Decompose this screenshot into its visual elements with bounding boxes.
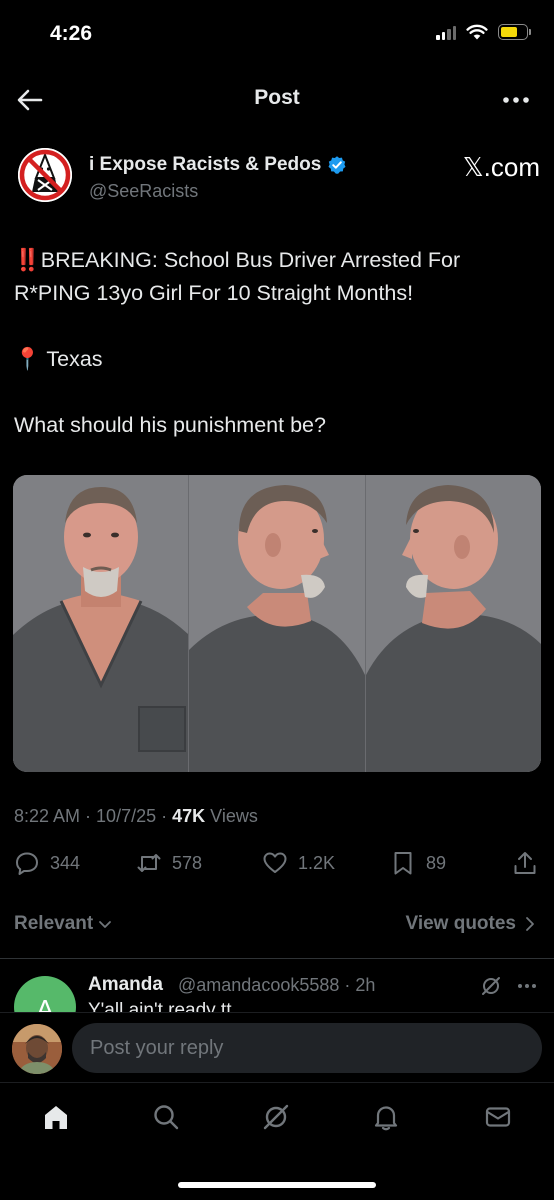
bottom-tab-bar <box>0 1082 554 1200</box>
mail-icon <box>485 1107 511 1127</box>
divider <box>0 958 554 959</box>
status-bar: 4:26 <box>0 0 554 70</box>
views-label: Views <box>210 806 258 826</box>
battery-icon <box>498 24 531 40</box>
repost-icon <box>137 854 161 872</box>
reply-handle-time: @amandacook5588 · 2h <box>178 975 376 995</box>
reply-input[interactable] <box>72 1023 542 1073</box>
post-headline-text: BREAKING: School Bus Driver Arrested For… <box>14 248 461 305</box>
page-title: Post <box>254 86 300 109</box>
repost-count: 578 <box>172 852 203 873</box>
author-name[interactable]: i Expose Racists & Pedos <box>89 154 347 176</box>
reply-author-name[interactable]: Amanda <box>88 974 163 996</box>
home-indicator <box>178 1182 376 1188</box>
chevron-right-icon <box>526 917 534 931</box>
status-time: 4:26 <box>50 22 93 45</box>
chevron-down-icon <box>99 921 112 928</box>
post-location-text: Texas <box>46 347 103 371</box>
more-options-icon[interactable] <box>500 88 532 112</box>
bookmark-button[interactable]: 89 <box>390 850 446 876</box>
author-handle[interactable]: @SeeRacists <box>89 181 198 202</box>
view-quotes-link[interactable]: View quotes <box>405 913 536 935</box>
reply-item[interactable]: A Amanda @amandacook5588 · 2h Y'all ain'… <box>0 960 554 1012</box>
grok-icon <box>263 1104 289 1130</box>
post-location: 📍 Texas <box>14 343 534 376</box>
post-headline: ‼️BREAKING: School Bus Driver Arrested F… <box>14 244 534 310</box>
tab-notifications[interactable] <box>366 1099 406 1135</box>
post-header: i Expose Racists & Pedos @SeeRacists 𝕏.c… <box>14 140 540 216</box>
no-hate-logo-icon <box>18 148 72 202</box>
share-button[interactable] <box>512 850 538 876</box>
view-quotes-label: View quotes <box>405 913 516 934</box>
tab-grok[interactable] <box>256 1099 296 1135</box>
author-name-text: i Expose Racists & Pedos <box>89 154 322 175</box>
share-icon <box>514 852 536 874</box>
tab-search[interactable] <box>146 1099 186 1135</box>
grok-icon[interactable] <box>480 975 502 997</box>
reply-composer <box>0 1012 554 1082</box>
relevant-label: Relevant <box>14 913 94 934</box>
reply-button[interactable]: 344 <box>14 850 80 876</box>
views-count: 47K <box>172 806 206 826</box>
post-meta: 8:22 AM · 10/7/25 · 47K Views <box>14 806 258 826</box>
like-button[interactable]: 1.2K <box>262 850 335 876</box>
home-icon <box>45 1106 67 1129</box>
reply-sort-row: Relevant View quotes <box>14 910 540 940</box>
double-exclamation-icon: ‼️ <box>14 248 41 272</box>
nav-bar: Post <box>0 72 554 126</box>
comment-icon <box>16 852 38 875</box>
author-avatar[interactable] <box>18 148 72 202</box>
post-date: 10/7/25 <box>96 806 157 826</box>
wifi-icon <box>466 24 488 40</box>
bell-icon <box>374 1106 398 1131</box>
post-question: What should his punishment be? <box>14 413 326 437</box>
post-time: 8:22 AM <box>14 806 81 826</box>
reply-more-icon[interactable] <box>516 976 538 996</box>
mugshot-side-left-image[interactable] <box>364 475 541 772</box>
search-icon <box>154 1105 179 1130</box>
like-count: 1.2K <box>298 852 336 873</box>
status-icons <box>436 24 531 40</box>
repost-button[interactable]: 578 <box>136 850 202 876</box>
reply-avatar[interactable]: A <box>14 976 76 1012</box>
post-body: ‼️BREAKING: School Bus Driver Arrested F… <box>14 244 534 442</box>
signal-icon <box>436 24 456 40</box>
verified-badge-icon <box>328 156 346 174</box>
user-avatar[interactable] <box>12 1024 62 1074</box>
bookmark-icon <box>394 852 412 875</box>
tab-messages[interactable] <box>478 1099 518 1135</box>
action-bar: 344 578 1.2K 89 <box>14 850 540 884</box>
mugshot-side-right-image[interactable] <box>188 475 365 772</box>
post-media[interactable] <box>13 475 541 772</box>
reply-count: 344 <box>50 852 81 873</box>
relevant-sort-dropdown[interactable]: Relevant <box>14 913 113 935</box>
tab-home[interactable] <box>36 1099 76 1135</box>
reply-text: Y'all ain't ready tt... <box>88 1000 248 1012</box>
mugshot-front-image[interactable] <box>13 475 189 772</box>
x-com-source-mark: 𝕏.com <box>462 152 540 182</box>
heart-icon <box>263 852 287 873</box>
bookmark-count: 89 <box>426 852 447 873</box>
location-pin-icon: 📍 <box>14 347 41 371</box>
